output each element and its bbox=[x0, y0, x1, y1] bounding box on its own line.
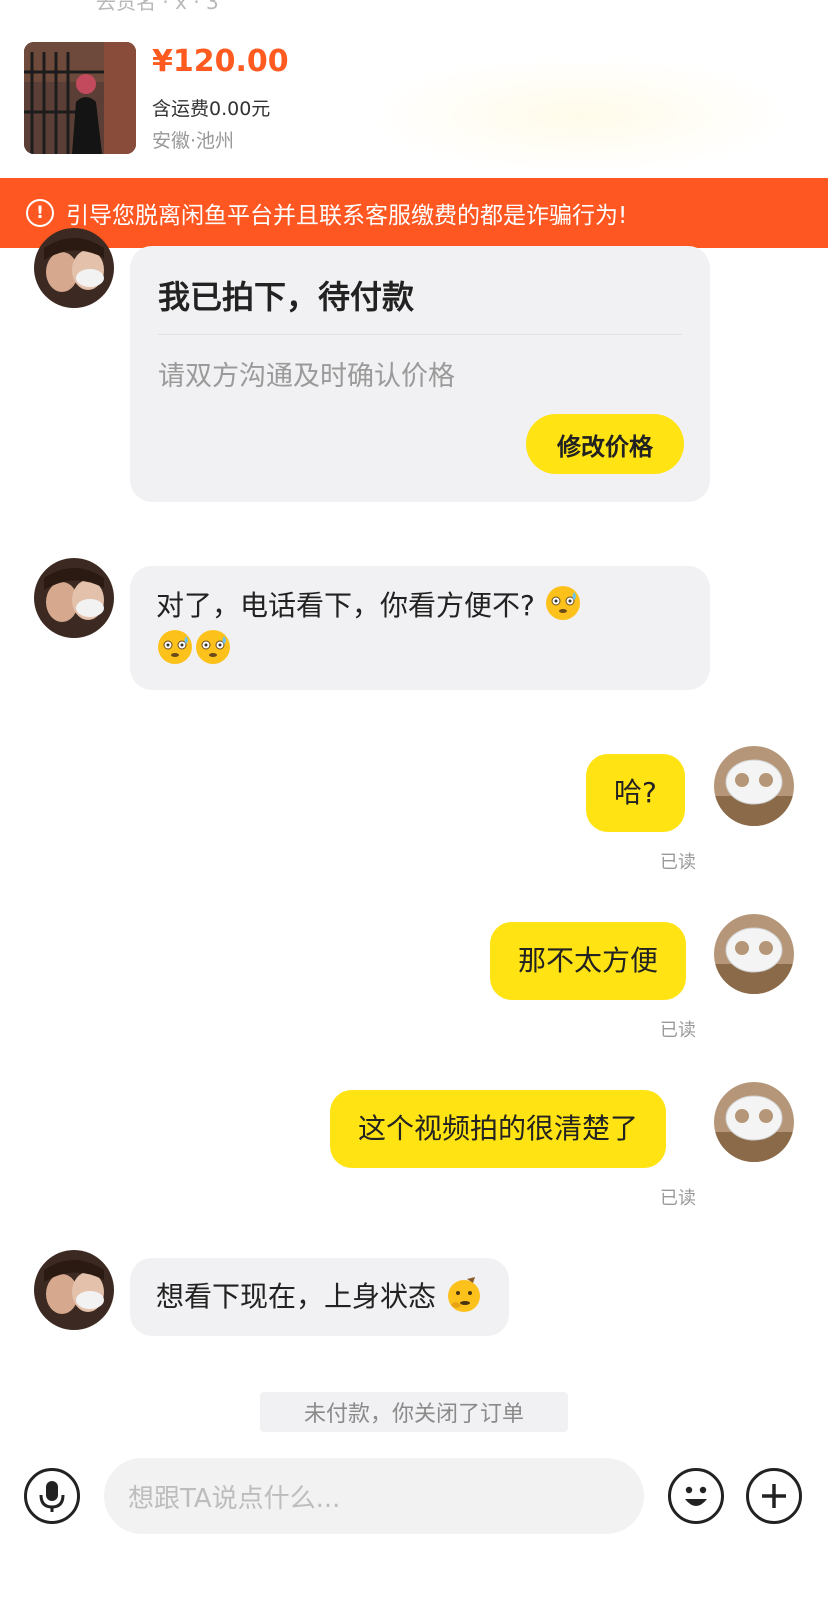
message-input-bar: 想跟TA说点什么... bbox=[0, 1432, 828, 1624]
plus-circle-icon[interactable] bbox=[746, 1468, 802, 1524]
seller-avatar[interactable] bbox=[34, 228, 114, 308]
order-closed-notice: 未付款，你关闭了订单 bbox=[260, 1392, 568, 1432]
message-bubble[interactable]: 这个视频拍的很清楚了 bbox=[330, 1090, 667, 1168]
microphone-icon[interactable] bbox=[24, 1468, 80, 1524]
read-status: 已读 bbox=[660, 1020, 696, 1041]
seller-avatar[interactable] bbox=[34, 1250, 114, 1330]
modify-price-button[interactable]: 修改价格 bbox=[526, 414, 684, 474]
message-text: 对了，电话看下，你看方便不? bbox=[156, 589, 535, 622]
message-text: 哈? bbox=[614, 776, 657, 809]
card-divider bbox=[158, 334, 682, 335]
message-text: 想看下现在，上身状态 bbox=[156, 1280, 437, 1313]
message-text: 这个视频拍的很清楚了 bbox=[358, 1112, 639, 1145]
order-card-title: 我已拍下，待付款 bbox=[158, 278, 415, 316]
my-avatar[interactable] bbox=[714, 746, 794, 826]
message-input[interactable]: 想跟TA说点什么... bbox=[104, 1458, 644, 1534]
shipping-fee: 含运费0.00元 bbox=[152, 98, 271, 120]
read-status: 已读 bbox=[660, 1188, 696, 1209]
product-price: ¥120.00 bbox=[152, 44, 289, 79]
smiley-face-icon[interactable] bbox=[668, 1468, 724, 1524]
message-bubble[interactable]: 想看下现在，上身状态 bbox=[130, 1258, 509, 1336]
message-text: 那不太方便 bbox=[518, 944, 659, 977]
message-bubble[interactable]: 哈? bbox=[586, 754, 685, 832]
sweat-flushed-emoji bbox=[158, 630, 192, 664]
seller-avatar[interactable] bbox=[34, 558, 114, 638]
thinking-emoji bbox=[447, 1277, 480, 1312]
my-avatar[interactable] bbox=[714, 1082, 794, 1162]
message-bubble[interactable]: 对了，电话看下，你看方便不? bbox=[130, 566, 710, 690]
sweat-flushed-emoji bbox=[196, 630, 230, 664]
product-location: 安徽·池州 bbox=[152, 130, 235, 152]
exclamation-circle-icon: ! bbox=[26, 199, 54, 227]
order-card-description: 请双方沟通及时确认价格 bbox=[158, 361, 455, 392]
header-cutoff-text: 去货名 · x · 3 bbox=[96, 0, 219, 14]
product-thumbnail[interactable] bbox=[24, 42, 136, 154]
product-header[interactable]: ¥120.00 含运费0.00元 安徽·池州 bbox=[0, 30, 828, 178]
sweat-flushed-emoji bbox=[545, 586, 580, 620]
warning-text: 引导您脱离闲鱼平台并且联系客服缴费的都是诈骗行为! bbox=[66, 203, 628, 229]
message-bubble[interactable]: 那不太方便 bbox=[490, 922, 687, 1000]
my-avatar[interactable] bbox=[714, 914, 794, 994]
order-status-card: 我已拍下，待付款 请双方沟通及时确认价格 修改价格 bbox=[130, 246, 710, 502]
header-background-glow bbox=[380, 60, 780, 170]
read-status: 已读 bbox=[660, 852, 696, 873]
fraud-warning-banner: ! 引导您脱离闲鱼平台并且联系客服缴费的都是诈骗行为! bbox=[0, 178, 828, 248]
